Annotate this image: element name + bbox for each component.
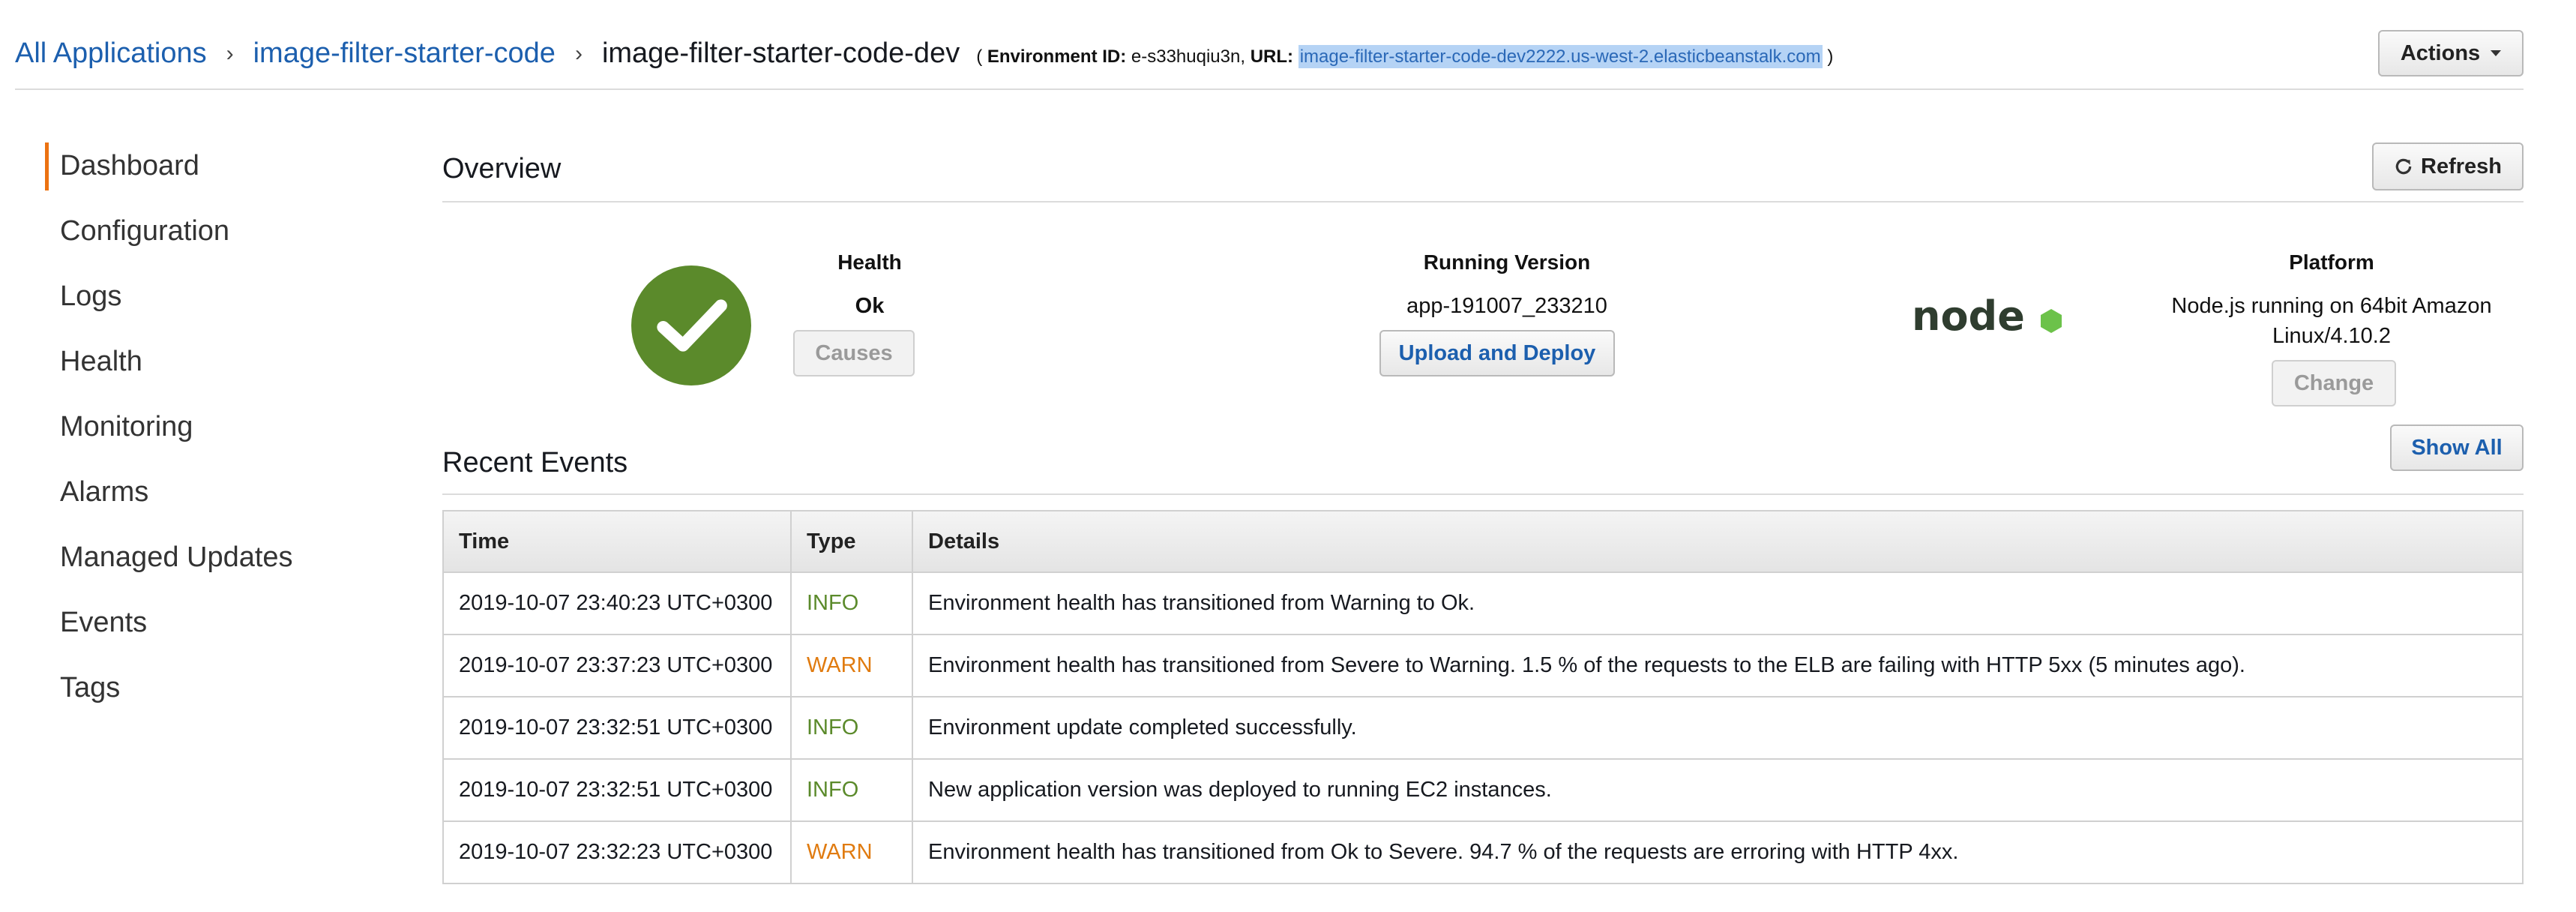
overview-panel: Health Ok Causes Running Version app-191… <box>442 202 2524 424</box>
event-type: INFO <box>790 572 913 635</box>
event-time: 2019-10-07 23:37:23 UTC+0300 <box>442 634 792 698</box>
event-type: INFO <box>790 696 913 760</box>
show-all-button[interactable]: Show All <box>2390 424 2524 471</box>
refresh-icon <box>2395 158 2412 175</box>
event-time: 2019-10-07 23:32:51 UTC+0300 <box>442 696 792 760</box>
overview-title: Overview <box>442 153 562 184</box>
table-header-row: Time Type Details <box>442 510 2524 573</box>
refresh-label: Refresh <box>2421 154 2502 178</box>
event-time: 2019-10-07 23:32:51 UTC+0300 <box>442 758 792 822</box>
event-details: Environment health has transitioned from… <box>912 634 2524 698</box>
upload-and-deploy-button[interactable]: Upload and Deploy <box>1379 330 1615 376</box>
breadcrumb-environment: image-filter-starter-code-dev <box>601 38 960 69</box>
meta-close-paren: ) <box>1822 46 1834 67</box>
environment-url-link[interactable]: image-filter-starter-code-dev2222.us-wes… <box>1298 45 1823 68</box>
event-details: Environment health has transitioned from… <box>912 572 2524 635</box>
overview-header: Overview Refresh <box>442 140 2524 202</box>
event-time: 2019-10-07 23:40:23 UTC+0300 <box>442 572 792 635</box>
platform-line-1: Node.js running on 64bit Amazon <box>2171 294 2492 318</box>
caret-down-icon <box>2491 50 2502 56</box>
sidebar-item-dashboard[interactable]: Dashboard <box>45 140 390 205</box>
event-details: New application version was deployed to … <box>912 758 2524 822</box>
checkmark-circle-icon <box>631 266 751 386</box>
recent-events-table: Time Type Details 2019-10-07 23:40:23 UT… <box>442 510 2524 884</box>
sidebar-item-alarms[interactable]: Alarms <box>45 466 390 531</box>
sidebar-item-logs[interactable]: Logs <box>45 270 390 335</box>
causes-button[interactable]: Causes <box>793 330 915 376</box>
sidebar-item-events[interactable]: Events <box>45 596 390 662</box>
event-details: Environment update completed successfull… <box>912 696 2524 760</box>
top-bar: All Applications › image-filter-starter-… <box>15 30 2524 90</box>
environment-id-label: Environment ID: <box>987 46 1127 67</box>
table-row: 2019-10-07 23:37:23 UTC+0300 WARN Enviro… <box>442 634 2524 698</box>
actions-label: Actions <box>2400 40 2481 65</box>
platform-label: Platform <box>2289 250 2374 274</box>
recent-events-title: Recent Events <box>442 447 628 478</box>
breadcrumb-all-applications[interactable]: All Applications <box>15 38 207 70</box>
top-divider <box>15 88 2524 90</box>
breadcrumb-application[interactable]: image-filter-starter-code <box>253 38 556 70</box>
page: All Applications › image-filter-starter-… <box>0 0 2576 912</box>
column-header-time[interactable]: Time <box>442 510 792 573</box>
health-label: Health <box>837 250 902 274</box>
sidebar-item-monitoring[interactable]: Monitoring <box>45 400 390 466</box>
table-row: 2019-10-07 23:40:23 UTC+0300 INFO Enviro… <box>442 572 2524 635</box>
platform-line-2: Linux/4.10.2 <box>2272 324 2391 348</box>
breadcrumb-separator-icon: › <box>574 41 583 66</box>
table-row: 2019-10-07 23:32:23 UTC+0300 WARN Enviro… <box>442 820 2524 884</box>
sidebar-item-managed-updates[interactable]: Managed Updates <box>45 531 390 596</box>
nodejs-logo-text: node <box>1912 292 2025 340</box>
event-type: WARN <box>790 820 913 884</box>
table-row: 2019-10-07 23:32:51 UTC+0300 INFO New ap… <box>442 758 2524 822</box>
event-details: Environment health has transitioned from… <box>912 820 2524 884</box>
column-header-type[interactable]: Type <box>790 510 913 573</box>
breadcrumb: All Applications › image-filter-starter-… <box>15 38 1833 70</box>
url-label: URL: <box>1250 46 1294 67</box>
sidebar-item-tags[interactable]: Tags <box>45 662 390 727</box>
meta-open-paren: ( <box>976 46 987 67</box>
running-version-label: Running Version <box>1423 250 1591 274</box>
change-platform-button[interactable]: Change <box>2272 360 2396 406</box>
event-type: INFO <box>790 758 913 822</box>
environment-id-value: e-s33huqiu3n, <box>1131 46 1246 67</box>
nodejs-logo: node <box>1912 286 2062 346</box>
table-row: 2019-10-07 23:32:51 UTC+0300 INFO Enviro… <box>442 696 2524 760</box>
column-header-details[interactable]: Details <box>912 510 2524 573</box>
main-content: Overview Refresh Health Ok Causes Runnin… <box>442 140 2524 884</box>
breadcrumb-separator-icon: › <box>226 41 234 66</box>
environment-meta: ( Environment ID: e-s33huqiu3n, URL: ima… <box>976 45 1834 68</box>
sidebar-nav: Dashboard Configuration Logs Health Moni… <box>45 140 390 727</box>
event-type: WARN <box>790 634 913 698</box>
health-status: Ok <box>855 294 885 318</box>
recent-events-header: Recent Events Show All <box>442 424 2524 495</box>
running-version-value: app-191007_233210 <box>1406 294 1607 318</box>
sidebar-item-configuration[interactable]: Configuration <box>45 205 390 270</box>
sidebar-item-health[interactable]: Health <box>45 335 390 400</box>
event-time: 2019-10-07 23:32:23 UTC+0300 <box>442 820 792 884</box>
refresh-button[interactable]: Refresh <box>2372 142 2524 190</box>
actions-button[interactable]: Actions <box>2378 30 2524 76</box>
